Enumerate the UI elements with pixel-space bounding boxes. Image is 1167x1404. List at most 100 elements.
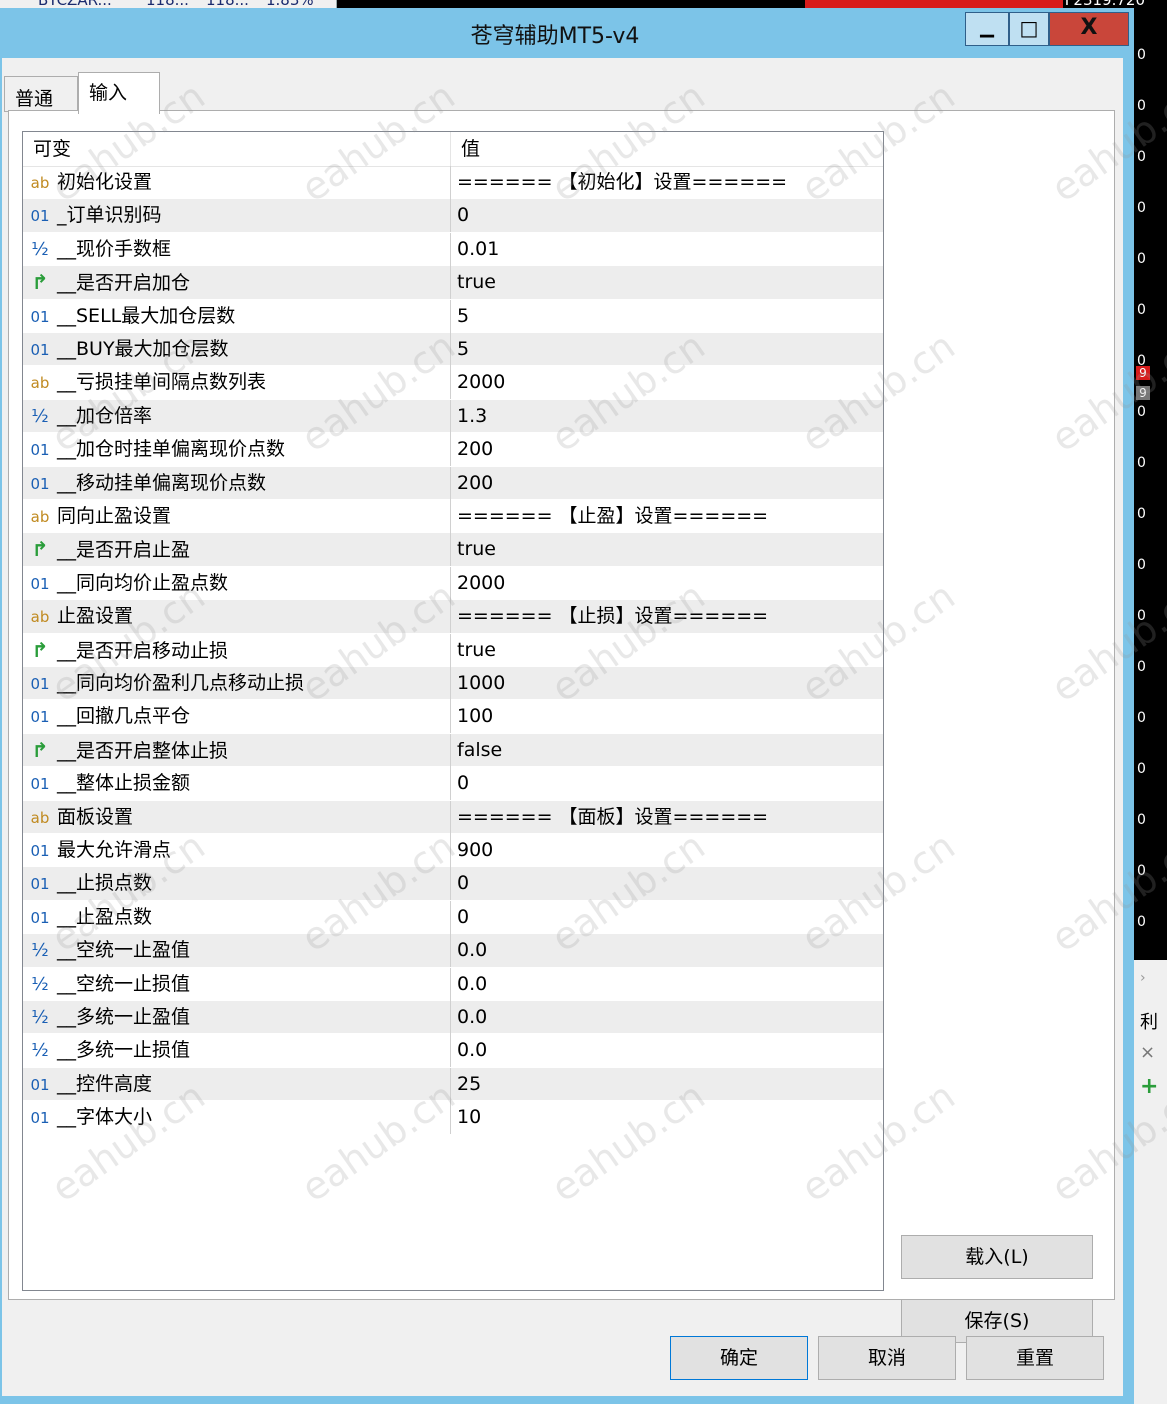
load-button[interactable]: 载入(L) (901, 1235, 1093, 1279)
table-row[interactable]: 01 __回撤几点平仓 100 (23, 700, 883, 734)
variable-name: __控件高度 (57, 1072, 153, 1095)
table-row[interactable]: 01 __BUY最大加仓层数 5 (23, 333, 883, 367)
table-row[interactable]: ↱ __是否开启移动止损 true (23, 633, 883, 667)
table-row[interactable]: ↱ __是否开启整体止损 false (23, 733, 883, 768)
value-cell[interactable]: 900 (453, 834, 883, 867)
double-type-icon: ½ (31, 238, 49, 260)
table-row[interactable]: 01 __同向均价止盈点数 2000 (23, 566, 883, 601)
value-cell[interactable]: 2000 (453, 567, 883, 600)
column-header-value[interactable]: 值 (451, 132, 883, 166)
minimize-button[interactable]: ▁ (965, 12, 1009, 46)
table-row[interactable]: 01 最大允许滑点 900 (23, 834, 883, 868)
variable-cell: 01 __SELL最大加仓层数 (23, 299, 451, 333)
value-cell[interactable]: 1.3 (453, 400, 883, 433)
value-cell[interactable]: 5 (453, 300, 883, 333)
double-type-icon: ½ (31, 1040, 49, 1062)
table-row[interactable]: ½ __多统一止损值 0.0 (23, 1034, 883, 1068)
table-row[interactable]: ½ __多统一止盈值 0.0 (23, 1001, 883, 1035)
chart-top-strip: BTCZAR... 118... 118... 1.83% F2319.720 (0, 0, 1167, 8)
table-row[interactable]: ½ __空统一止损值 0.0 (23, 967, 883, 1001)
string-type-icon: ab (30, 508, 50, 526)
variable-cell: 01 最大允许滑点 (23, 834, 451, 867)
tab-inputs[interactable]: 输入 (78, 72, 160, 114)
value-cell[interactable]: 0 (453, 767, 883, 800)
close-icon[interactable]: × (1140, 1042, 1155, 1063)
value-cell[interactable]: false (453, 734, 883, 767)
table-row[interactable]: 01 __字体大小 10 (23, 1101, 883, 1135)
value-cell[interactable]: 200 (453, 433, 883, 466)
table-row[interactable]: 01 __控件高度 25 (23, 1067, 883, 1102)
price-bar (805, 0, 1063, 8)
table-row[interactable]: 01 __移动挂单偏离现价点数 200 (23, 466, 883, 500)
chart-tab-3[interactable]: 118... (198, 0, 259, 8)
string-type-icon: ab (30, 174, 50, 192)
tab-general[interactable]: 普通 (4, 76, 78, 112)
table-row[interactable]: 01 __整体止损金额 0 (23, 767, 883, 801)
add-icon[interactable]: + (1140, 1074, 1158, 1099)
column-header-variable[interactable]: 可变 (23, 132, 451, 166)
table-row[interactable]: 01 __同向均价盈利几点移动止损 1000 (23, 667, 883, 701)
variable-name: 初始化设置 (57, 171, 153, 193)
ok-button[interactable]: 确定 (670, 1336, 808, 1380)
table-row[interactable]: ab __亏损挂单间隔点数列表 2000 (23, 366, 883, 400)
chart-tab-symbol[interactable]: BTCZAR... (0, 0, 139, 8)
table-row[interactable]: ab 同向止盈设置 ====== 【止盈】设置====== (23, 500, 883, 534)
value-cell[interactable]: 0.0 (453, 934, 883, 967)
variable-cell: ½ __空统一止损值 (23, 967, 451, 1001)
value-cell[interactable]: ====== 【止损】设置====== (453, 600, 883, 633)
maximize-button[interactable]: □ (1009, 12, 1049, 46)
table-row[interactable]: ab 面板设置 ====== 【面板】设置====== (23, 800, 883, 834)
table-row[interactable]: 01 __加仓时挂单偏离现价点数 200 (23, 433, 883, 467)
table-row[interactable]: ab 止盈设置 ====== 【止损】设置====== (23, 600, 883, 634)
value-cell[interactable]: 2000 (453, 366, 883, 399)
value-cell[interactable]: 0.01 (453, 233, 883, 266)
reset-button[interactable]: 重置 (966, 1336, 1104, 1380)
title-bar[interactable]: 苍穹辅助MT5-v4 ▁ □ X (0, 8, 1134, 58)
table-row[interactable]: ab 初始化设置 ====== 【初始化】设置====== (23, 166, 883, 200)
value-cell[interactable]: 200 (453, 467, 883, 500)
value-cell[interactable]: true (453, 634, 883, 667)
value-cell[interactable]: 1000 (453, 667, 883, 700)
table-row[interactable]: 01 __SELL最大加仓层数 5 (23, 299, 883, 333)
maximize-icon: □ (1019, 16, 1039, 40)
value-cell[interactable]: 0 (453, 199, 883, 232)
chevron-right-icon[interactable]: › (1140, 970, 1146, 986)
chart-tab-2[interactable]: 118... (138, 0, 199, 8)
value-cell[interactable]: 10 (453, 1101, 883, 1134)
value-cell[interactable]: 0 (453, 901, 883, 934)
value-cell[interactable]: ====== 【面板】设置====== (453, 801, 883, 834)
value-cell[interactable]: true (453, 533, 883, 566)
side-value: 0 (1137, 557, 1146, 573)
value-cell[interactable]: 0.0 (453, 1034, 883, 1067)
value-cell[interactable]: ====== 【止盈】设置====== (453, 500, 883, 533)
chart-tab-symbol-label: BTCZAR... (38, 0, 112, 8)
table-row[interactable]: ↱ __是否开启加仓 true (23, 266, 883, 300)
table-row[interactable]: ½ __空统一止盈值 0.0 (23, 934, 883, 968)
chart-side-panel: 000000000000000000 9 9 (1133, 8, 1167, 960)
marker-gray: 9 (1136, 386, 1150, 400)
grid-header: 可变 值 (23, 132, 883, 167)
value-cell[interactable]: true (453, 266, 883, 299)
integer-type-icon: 01 (30, 675, 50, 693)
side-value: 0 (1137, 710, 1146, 726)
table-row[interactable]: 01 __止损点数 0 (23, 867, 883, 901)
table-row[interactable]: 01 __止盈点数 0 (23, 900, 883, 935)
variable-cell: ↱ __是否开启移动止损 (23, 633, 451, 667)
value-cell[interactable]: 0 (453, 867, 883, 900)
value-cell[interactable]: 25 (453, 1068, 883, 1101)
chart-tab-4[interactable]: 1.83% (258, 0, 337, 8)
value-cell[interactable]: 5 (453, 333, 883, 366)
value-cell[interactable]: 100 (453, 700, 883, 733)
table-row[interactable]: ½ __加仓倍率 1.3 (23, 399, 883, 434)
value-cell[interactable]: 0.0 (453, 1001, 883, 1034)
table-row[interactable]: ↱ __是否开启止盈 true (23, 533, 883, 567)
close-button[interactable]: X (1049, 12, 1129, 46)
table-row[interactable]: 01 _订单识别码 0 (23, 199, 883, 233)
side-value: 0 (1137, 863, 1146, 879)
table-row[interactable]: ½ __现价手数框 0.01 (23, 232, 883, 267)
value-cell[interactable]: ====== 【初始化】设置====== (453, 166, 883, 199)
variable-cell: ½ __多统一止损值 (23, 1034, 451, 1068)
cancel-button[interactable]: 取消 (818, 1336, 956, 1380)
variable-name: __同向均价止盈点数 (57, 571, 229, 594)
value-cell[interactable]: 0.0 (453, 968, 883, 1001)
